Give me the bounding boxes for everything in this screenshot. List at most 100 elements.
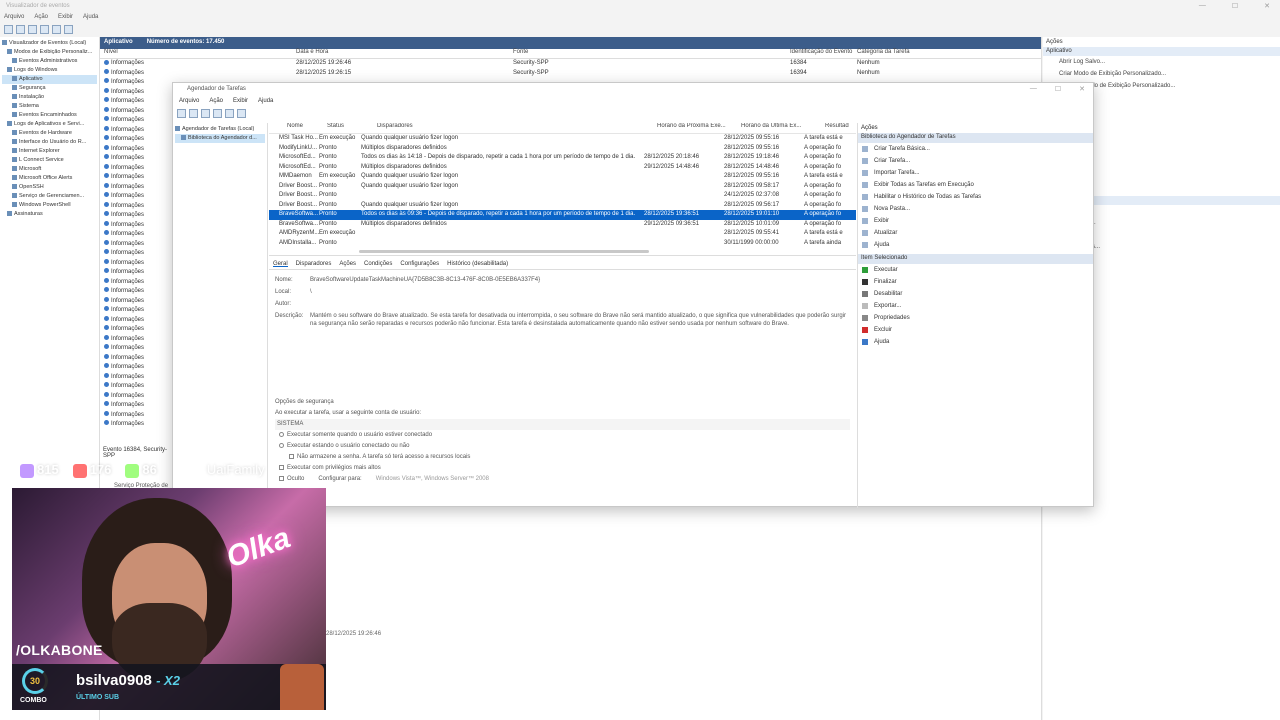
task-row[interactable]: MicrosoftEd... Pronto Múltiplos disparador… <box>269 163 856 173</box>
option-hidden[interactable]: Oculto <box>279 474 304 485</box>
forward-icon[interactable] <box>189 109 198 118</box>
tree-item[interactable]: L Connect Service <box>2 156 97 165</box>
library-action[interactable]: Importar Tarefa... <box>858 167 1093 179</box>
folder-icon[interactable] <box>28 25 37 34</box>
back-icon[interactable] <box>4 25 13 34</box>
task-row[interactable]: MicrosoftEd... Pronto Todos os dias às 14:… <box>269 153 856 163</box>
tree-item[interactable]: Assinaturas <box>2 210 97 219</box>
tree-item[interactable]: Instalação <box>2 93 97 102</box>
library-action[interactable]: Exibir <box>858 215 1093 227</box>
tab-acoes[interactable]: Ações <box>339 261 356 267</box>
tree-item[interactable]: Logs do Windows <box>2 66 97 75</box>
selected-item-action[interactable]: Desabilitar <box>858 288 1093 300</box>
menu-ajuda[interactable]: Ajuda <box>83 14 98 21</box>
column-result[interactable]: Resultad <box>825 123 855 133</box>
menu-exibir[interactable]: Exibir <box>233 98 248 106</box>
tree-item[interactable]: Eventos Administrativos <box>2 57 97 66</box>
tree-item[interactable]: Modos de Exibição Personaliz... <box>2 48 97 57</box>
column-name[interactable]: Nome <box>269 123 327 133</box>
option-run-always[interactable]: Executar estando o usuário conectado ou … <box>275 441 850 452</box>
tab-configuracoes[interactable]: Configurações <box>400 261 439 267</box>
selected-item-action[interactable]: Executar <box>858 264 1093 276</box>
author-value[interactable] <box>310 298 850 310</box>
forward-icon[interactable] <box>16 25 25 34</box>
option-run-logged-on[interactable]: Executar somente quando o usuário estive… <box>275 430 850 441</box>
library-action[interactable]: Nova Pasta... <box>858 203 1093 215</box>
library-action[interactable]: Atualizar <box>858 227 1093 239</box>
minimize-icon[interactable]: — <box>1199 2 1206 10</box>
minimize-icon[interactable]: — <box>1030 85 1037 93</box>
menu-acao[interactable]: Ação <box>209 98 223 106</box>
tree-item[interactable]: Aplicativo <box>2 75 97 84</box>
help-icon[interactable] <box>52 25 61 34</box>
properties-icon[interactable] <box>237 109 246 118</box>
tab-disparadores[interactable]: Disparadores <box>296 261 332 267</box>
library-action[interactable]: Exibir Todas as Tarefas em Execução <box>858 179 1093 191</box>
column-event-id[interactable]: Identificação do Evento <box>790 49 857 58</box>
close-icon[interactable]: ✕ <box>1264 2 1270 10</box>
close-icon[interactable]: ✕ <box>1079 85 1085 93</box>
task-row[interactable]: Driver Boost... Pronto Quando qualquer usu… <box>269 182 856 192</box>
selected-item-action[interactable]: Exportar... <box>858 300 1093 312</box>
library-action[interactable]: Habilitar o Histórico de Todas as Tarefa… <box>858 191 1093 203</box>
action-create-custom-view[interactable]: Criar Modo de Exibição Personalizado... <box>1043 68 1280 80</box>
task-row[interactable]: AMDRyzenM... Em execução 28/12/2025 09:55:… <box>269 229 856 239</box>
tree-item[interactable]: Eventos Encaminhados <box>2 111 97 120</box>
tree-item[interactable]: OpenSSH <box>2 183 97 192</box>
name-value[interactable]: BraveSoftwareUpdateTaskMachineUA{7D5B8C3… <box>310 274 850 286</box>
menu-exibir[interactable]: Exibir <box>58 14 73 21</box>
menu-arquivo[interactable]: Arquivo <box>4 14 24 21</box>
maximize-icon[interactable]: ☐ <box>1055 85 1061 93</box>
tree-item[interactable]: Segurança <box>2 84 97 93</box>
console-tree-icon[interactable] <box>213 109 222 118</box>
tree-item[interactable]: Serviço de Gerenciamen... <box>2 192 97 201</box>
tab-historico[interactable]: Histórico (desabilitada) <box>447 261 508 267</box>
folder-icon[interactable] <box>201 109 210 118</box>
tree-library[interactable]: Biblioteca do Agendador d... <box>175 134 265 143</box>
tree-item[interactable]: Interface do Usuário do R... <box>2 138 97 147</box>
back-icon[interactable] <box>177 109 186 118</box>
console-tree-icon[interactable] <box>40 25 49 34</box>
column-date[interactable]: Data e Hora <box>296 49 513 58</box>
properties-icon[interactable] <box>64 25 73 34</box>
description-value[interactable]: Mantém o seu software do Brave atualizad… <box>310 310 850 328</box>
library-action[interactable]: Criar Tarefa... <box>858 155 1093 167</box>
tree-item[interactable]: Microsoft <box>2 165 97 174</box>
task-row[interactable]: Driver Boost... Pronto Quando qualquer usu… <box>269 201 856 211</box>
library-action[interactable]: Criar Tarefa Básica... <box>858 143 1093 155</box>
selected-item-action[interactable]: Ajuda <box>858 336 1093 348</box>
tree-item[interactable]: Windows PowerShell <box>2 201 97 210</box>
column-next-run[interactable]: Horário da Próxima Exe... <box>657 123 741 133</box>
tab-geral[interactable]: Geral <box>273 261 288 267</box>
task-row[interactable]: MSI Task Ho... Em execução Quando qualquer… <box>269 134 856 144</box>
scrollbar-thumb[interactable] <box>359 250 649 253</box>
horizontal-scrollbar[interactable] <box>269 248 856 256</box>
option-highest-privileges[interactable]: Executar com privilégios mais altos <box>275 463 850 474</box>
selected-item-action[interactable]: Excluir <box>858 324 1093 336</box>
task-row[interactable]: BraveSoftwa... Pronto Todos os dias às 09:… <box>269 210 856 220</box>
tree-item[interactable]: Sistema <box>2 102 97 111</box>
task-row[interactable]: MMDaemon Em execução Quando qualquer usuár… <box>269 172 856 182</box>
config-value[interactable]: Windows Vista™, Windows Server™ 2008 <box>376 474 489 485</box>
tab-condicoes[interactable]: Condições <box>364 261 392 267</box>
action-open-saved-log[interactable]: Abrir Log Salvo... <box>1043 56 1280 68</box>
library-action[interactable]: Ajuda <box>858 239 1093 251</box>
menu-ajuda[interactable]: Ajuda <box>258 98 273 106</box>
column-last-run[interactable]: Horário da Última Ex... <box>741 123 825 133</box>
selected-item-action[interactable]: Finalizar <box>858 276 1093 288</box>
tree-root[interactable]: Agendador de Tarefas (Local) <box>175 125 265 134</box>
task-row[interactable]: Driver Boost... Pronto 24/12/2025 02:37:08… <box>269 191 856 201</box>
column-category[interactable]: Categoria da Tarefa <box>857 49 957 58</box>
event-row[interactable]: Informações 28/12/2025 19:26:46 Security-S… <box>100 59 1041 69</box>
column-status[interactable]: Status <box>327 123 377 133</box>
tree-item[interactable]: Internet Explorer <box>2 147 97 156</box>
local-value[interactable]: \ <box>310 286 850 298</box>
task-row[interactable]: BraveSoftwa... Pronto Múltiplos disparador… <box>269 220 856 230</box>
column-level[interactable]: Nível <box>104 49 296 58</box>
task-row[interactable]: ModifyLinkU... Pronto Múltiplos disparador… <box>269 144 856 154</box>
tree-item[interactable]: Logs de Aplicativos e Servi... <box>2 120 97 129</box>
event-row[interactable]: Informações 28/12/2025 19:26:15 Security-S… <box>100 69 1041 79</box>
tree-item[interactable]: Visualizador de Eventos (Local) <box>2 39 97 48</box>
selected-item-action[interactable]: Propriedades <box>858 312 1093 324</box>
option-no-password[interactable]: Não armazene a senha. A tarefa só terá a… <box>275 452 850 463</box>
